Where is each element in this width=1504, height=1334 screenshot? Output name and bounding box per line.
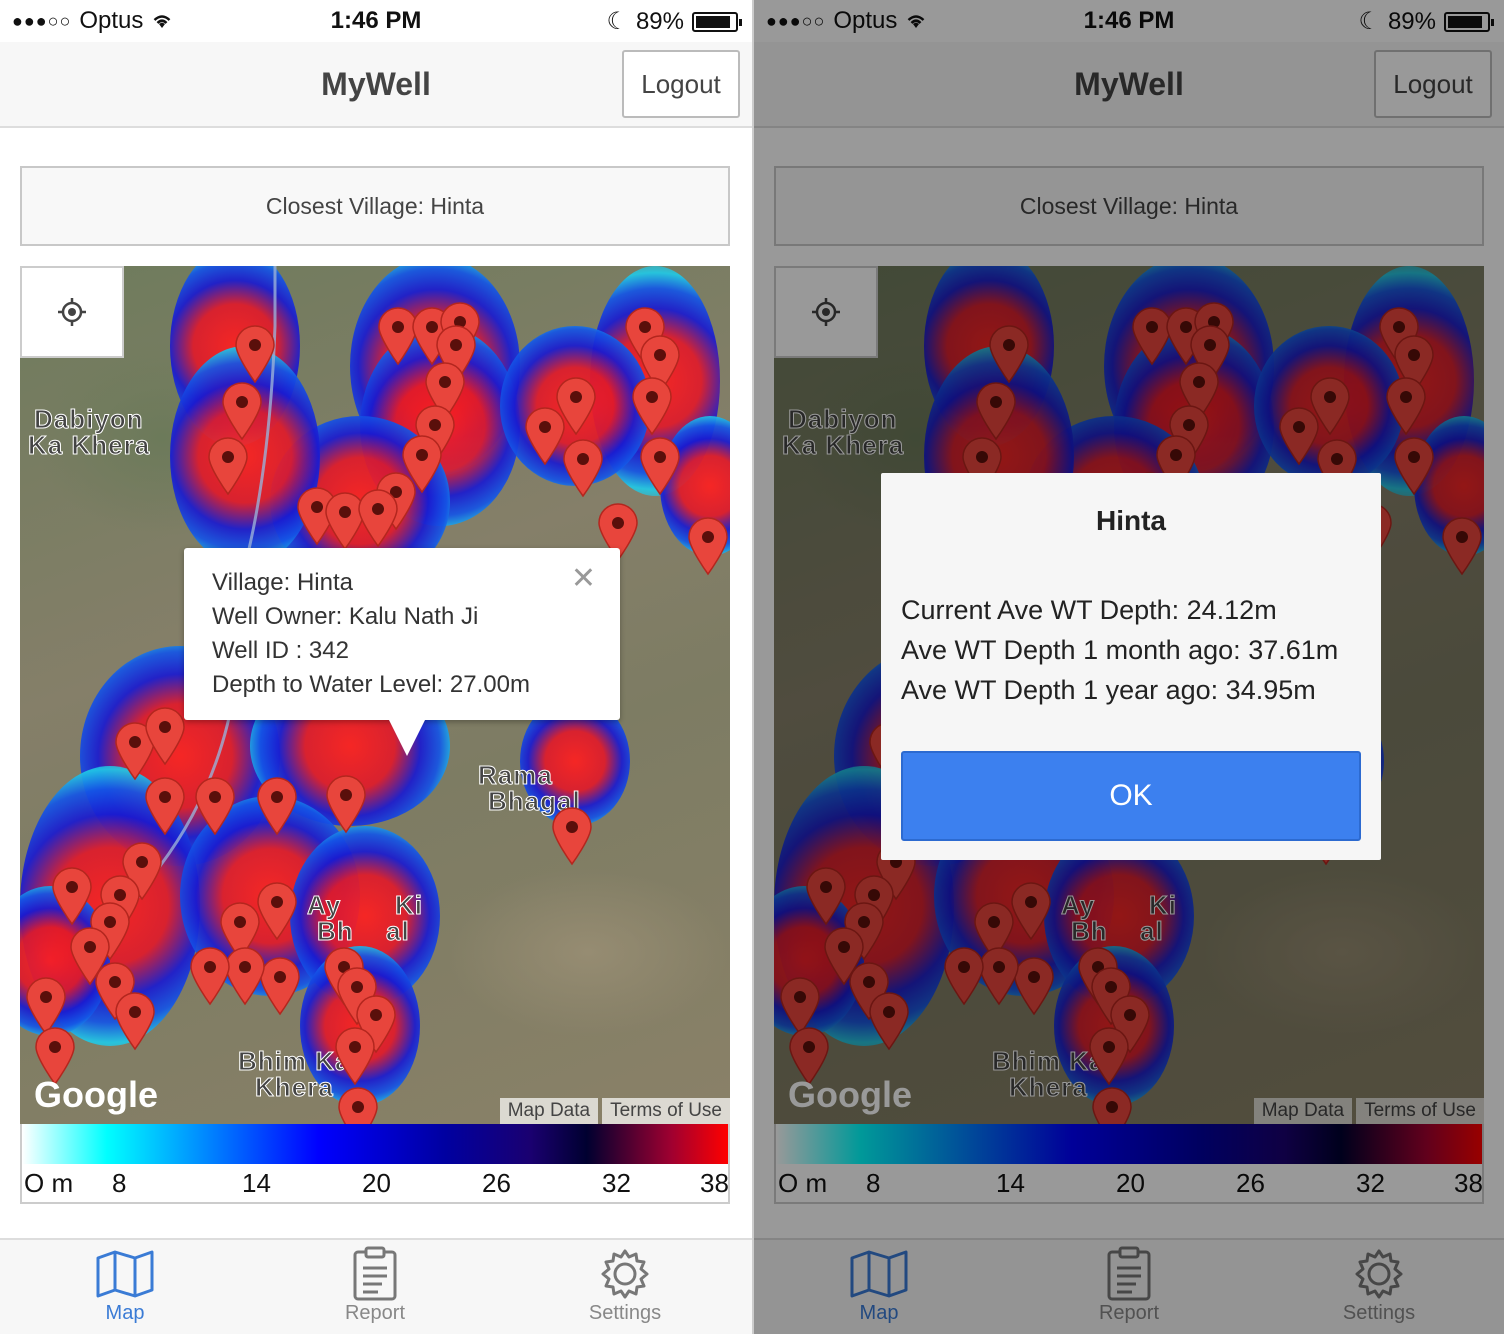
map-place-label: Rama xyxy=(478,760,553,790)
clipboard-icon xyxy=(353,1246,397,1301)
map-place-label: Ka Khera xyxy=(27,430,151,460)
moon-icon: ☾ xyxy=(606,8,628,35)
legend-tick: 26 xyxy=(482,1168,511,1198)
map-pin-icon[interactable] xyxy=(561,438,605,498)
map-pin-icon[interactable] xyxy=(206,436,250,496)
map-place-label: Ki xyxy=(395,890,423,920)
map-place-label: Bh xyxy=(317,916,354,946)
map-pin-icon[interactable] xyxy=(143,706,187,766)
map-pin-icon[interactable] xyxy=(113,991,157,1051)
map-pin-icon[interactable] xyxy=(638,436,682,496)
logout-button[interactable]: Logout xyxy=(622,50,740,118)
info-owner: Well Owner: Kalu Nath Ji xyxy=(212,603,479,630)
status-right: ☾ 89% xyxy=(606,7,742,36)
navigation-bar: MyWell Logout xyxy=(0,42,752,128)
village-summary-dialog: Hinta Current Ave WT Depth: 24.12m Ave W… xyxy=(881,473,1381,860)
legend-tick: 32 xyxy=(602,1168,631,1198)
map-pin-icon[interactable] xyxy=(220,381,264,441)
map-place-label: al xyxy=(386,916,410,946)
closest-village-button[interactable]: Closest Village: Hinta xyxy=(20,166,730,246)
map-pin-icon[interactable] xyxy=(630,376,674,436)
map-pin-icon[interactable] xyxy=(324,774,368,834)
dialog-current-depth: Current Ave WT Depth: 24.12m xyxy=(901,595,1277,625)
tab-settings-label: Settings xyxy=(588,1302,662,1324)
legend-tick: 14 xyxy=(242,1168,271,1198)
terms-of-use-link[interactable]: Terms of Use xyxy=(602,1098,730,1124)
dialog-title: Hinta xyxy=(1096,505,1166,536)
dialog-month-depth: Ave WT Depth 1 month ago: 37.61m xyxy=(901,635,1339,665)
legend-tick: 8 xyxy=(112,1168,127,1198)
crosshair-icon xyxy=(58,298,86,326)
map-pin-icon[interactable] xyxy=(333,1026,377,1086)
map-data-link[interactable]: Map Data xyxy=(499,1098,599,1124)
my-location-button[interactable] xyxy=(20,266,124,358)
map-icon xyxy=(96,1250,154,1298)
map-pin-icon[interactable] xyxy=(255,776,299,836)
map-pin-icon[interactable] xyxy=(356,488,400,548)
legend-tick: O m xyxy=(24,1168,74,1198)
info-village: Village: Hinta xyxy=(212,569,353,596)
info-window: ✕ Village: Hinta Well Owner: Kalu Nath J… xyxy=(184,548,620,756)
info-well-id: Well ID : 342 xyxy=(212,637,349,664)
gear-icon xyxy=(601,1249,649,1299)
map-pin-icon[interactable] xyxy=(143,776,187,836)
map-pin-icon[interactable] xyxy=(336,1086,380,1124)
tab-bar: Map Report Settings xyxy=(0,1238,752,1334)
map-place-label: Khera xyxy=(255,1072,334,1102)
map-pin-icon[interactable] xyxy=(193,776,237,836)
depth-legend: O m 8 14 20 26 32 38 xyxy=(20,1124,730,1204)
map-place-label: Ay xyxy=(306,890,342,920)
tab-report-label: Report xyxy=(344,1302,406,1324)
info-depth: Depth to Water Level: 27.00m xyxy=(212,671,530,698)
map-pin-icon[interactable] xyxy=(255,881,299,941)
legend-tick: 20 xyxy=(362,1168,391,1198)
map-place-label: Dabiyon xyxy=(34,404,144,434)
google-logo: Google xyxy=(34,1074,158,1115)
status-bar: ●●●○○ Optus 1:46 PM ☾ 89% xyxy=(0,0,752,42)
tab-settings[interactable]: Settings xyxy=(535,1246,715,1325)
close-icon[interactable]: ✕ xyxy=(571,562,596,596)
legend-tick: 38 xyxy=(700,1168,729,1198)
map-pin-icon[interactable] xyxy=(686,516,730,576)
map-pin-icon[interactable] xyxy=(188,946,232,1006)
ok-button[interactable]: OK xyxy=(901,751,1361,841)
left-screen: ●●●○○ Optus 1:46 PM ☾ 89% MyWell Logout … xyxy=(0,0,752,1334)
tab-map[interactable]: Map xyxy=(35,1246,215,1325)
map-pin-icon[interactable] xyxy=(233,324,277,384)
tab-map-label: Map xyxy=(105,1302,145,1324)
map-footer: Map Data Terms of Use xyxy=(496,1098,730,1124)
battery-icon xyxy=(692,11,742,32)
tab-report[interactable]: Report xyxy=(285,1246,465,1325)
map-pin-icon[interactable] xyxy=(550,806,594,866)
legend-gradient xyxy=(22,1124,728,1164)
right-screen: ●●●○○ Optus 1:46 PM ☾ 89% MyWell Logout … xyxy=(752,0,1504,1334)
dialog-year-depth: Ave WT Depth 1 year ago: 34.95m xyxy=(901,675,1316,705)
battery-percent: 89% xyxy=(635,7,684,35)
legend-ticks: O m 8 14 20 26 32 38 xyxy=(22,1168,729,1198)
